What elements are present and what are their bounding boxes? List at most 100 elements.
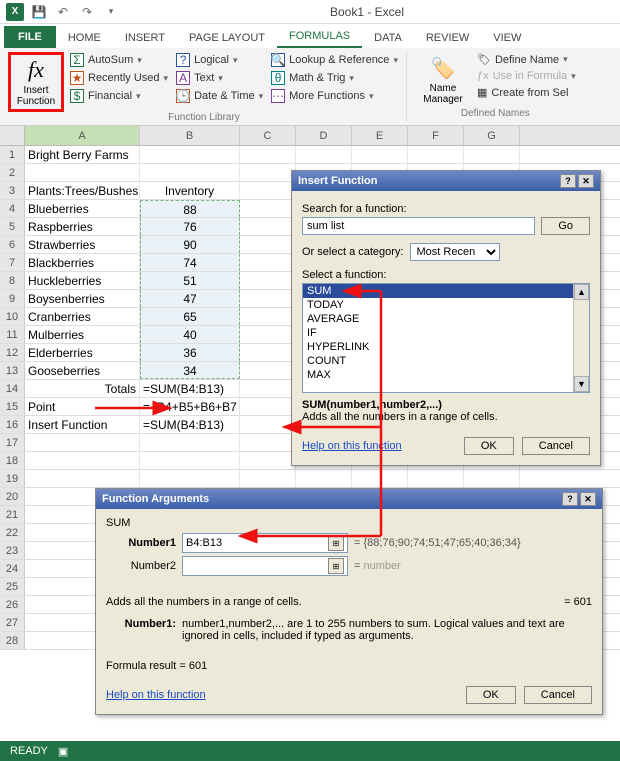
close-icon[interactable]: ✕ [578,174,594,188]
use-in-formula-button[interactable]: ƒxUse in Formula [477,69,576,83]
help-link[interactable]: Help on this function [302,440,402,452]
cell[interactable] [240,308,296,325]
row-header[interactable]: 23 [0,542,25,559]
cancel-button[interactable]: Cancel [522,437,590,455]
math-trig-button[interactable]: θMath & Trig [269,70,400,86]
tab-data[interactable]: DATA [362,28,414,48]
row-header[interactable]: 26 [0,596,25,613]
cell[interactable]: Cranberries [25,308,140,325]
cell[interactable]: Boysenberries [25,290,140,307]
row-header[interactable]: 27 [0,614,25,631]
cell[interactable]: Blackberries [25,254,140,271]
cell[interactable] [25,434,140,451]
cell[interactable] [240,470,296,487]
define-name-button[interactable]: 🏷Define Name [477,52,576,67]
cell[interactable] [240,326,296,343]
cell[interactable]: 74 [140,254,240,271]
row-header[interactable]: 20 [0,488,25,505]
cell[interactable] [140,164,240,181]
category-select[interactable]: Most Recen [410,243,500,261]
row-header[interactable]: 14 [0,380,25,397]
cell[interactable] [240,182,296,199]
row-header[interactable]: 17 [0,434,25,451]
row-header[interactable]: 28 [0,632,25,649]
cell[interactable]: Plants:Trees/Bushes [25,182,140,199]
cell[interactable] [240,416,296,433]
cell[interactable] [240,200,296,217]
cell[interactable]: Blueberries [25,200,140,217]
cell[interactable] [240,164,296,181]
save-icon[interactable]: 💾 [30,3,48,21]
row-header[interactable]: 25 [0,578,25,595]
tab-review[interactable]: REVIEW [414,28,481,48]
help-icon[interactable]: ? [560,174,576,188]
range-selector-icon[interactable]: ⊞ [328,535,344,551]
function-list-item[interactable]: HYPERLINK [303,340,589,354]
cell[interactable] [240,398,296,415]
row-header[interactable]: 16 [0,416,25,433]
cell[interactable]: Totals [25,380,140,397]
row-header[interactable]: 3 [0,182,25,199]
function-list-item[interactable]: TODAY [303,298,589,312]
cell[interactable]: 65 [140,308,240,325]
tab-file[interactable]: FILE [4,26,56,48]
name-manager-button[interactable]: 🏷️ Name Manager [415,52,471,108]
tab-home[interactable]: HOME [56,28,113,48]
cell[interactable]: 36 [140,344,240,361]
cell[interactable]: 47 [140,290,240,307]
cell[interactable] [296,470,352,487]
cell[interactable]: 51 [140,272,240,289]
cell[interactable] [240,218,296,235]
recently-used-button[interactable]: ★Recently Used [68,70,170,86]
cell[interactable] [240,452,296,469]
row-header[interactable]: 19 [0,470,25,487]
row-header[interactable]: 24 [0,560,25,577]
col-header-e[interactable]: E [352,126,408,145]
cell[interactable]: 76 [140,218,240,235]
cell[interactable] [408,470,464,487]
lookup-button[interactable]: 🔍Lookup & Reference [269,52,400,68]
cell[interactable]: =+B4+B5+B6+B7 [140,398,240,415]
cell[interactable]: Insert Function [25,416,140,433]
number1-input[interactable] [186,535,328,551]
col-header-g[interactable]: G [464,126,520,145]
cell[interactable]: 34 [140,362,240,379]
row-header[interactable]: 2 [0,164,25,181]
function-list-item[interactable]: AVERAGE [303,312,589,326]
cell[interactable] [464,146,520,163]
cell[interactable] [25,452,140,469]
help-icon[interactable]: ? [562,492,578,506]
search-input[interactable] [302,217,535,235]
cancel-button[interactable]: Cancel [524,686,592,704]
text-button[interactable]: AText [174,70,265,86]
scroll-up-icon[interactable]: ▲ [574,284,589,300]
cell[interactable]: Raspberries [25,218,140,235]
cell[interactable] [240,344,296,361]
cell[interactable] [240,362,296,379]
cell[interactable] [140,452,240,469]
tab-page-layout[interactable]: PAGE LAYOUT [177,28,277,48]
row-header[interactable]: 8 [0,272,25,289]
row-header[interactable]: 13 [0,362,25,379]
ok-button[interactable]: OK [464,437,514,455]
row-header[interactable]: 21 [0,506,25,523]
range-selector-icon[interactable]: ⊞ [328,558,344,574]
cell[interactable] [464,470,520,487]
cell[interactable] [296,146,352,163]
ok-button[interactable]: OK [466,686,516,704]
row-header[interactable]: 22 [0,524,25,541]
cell[interactable]: Strawberries [25,236,140,253]
more-functions-button[interactable]: ⋯More Functions [269,88,400,104]
number2-input[interactable] [186,558,328,574]
row-header[interactable]: 15 [0,398,25,415]
function-list[interactable]: SUMTODAYAVERAGEIFHYPERLINKCOUNTMAX ▲ ▼ [302,283,590,393]
undo-icon[interactable]: ↶ [54,3,72,21]
scroll-down-icon[interactable]: ▼ [574,376,589,392]
col-header-a[interactable]: A [25,126,140,145]
cell[interactable]: Huckleberries [25,272,140,289]
cell[interactable] [352,146,408,163]
function-list-item[interactable]: COUNT [303,354,589,368]
tab-view[interactable]: VIEW [481,28,533,48]
cell[interactable]: Gooseberries [25,362,140,379]
row-header[interactable]: 12 [0,344,25,361]
